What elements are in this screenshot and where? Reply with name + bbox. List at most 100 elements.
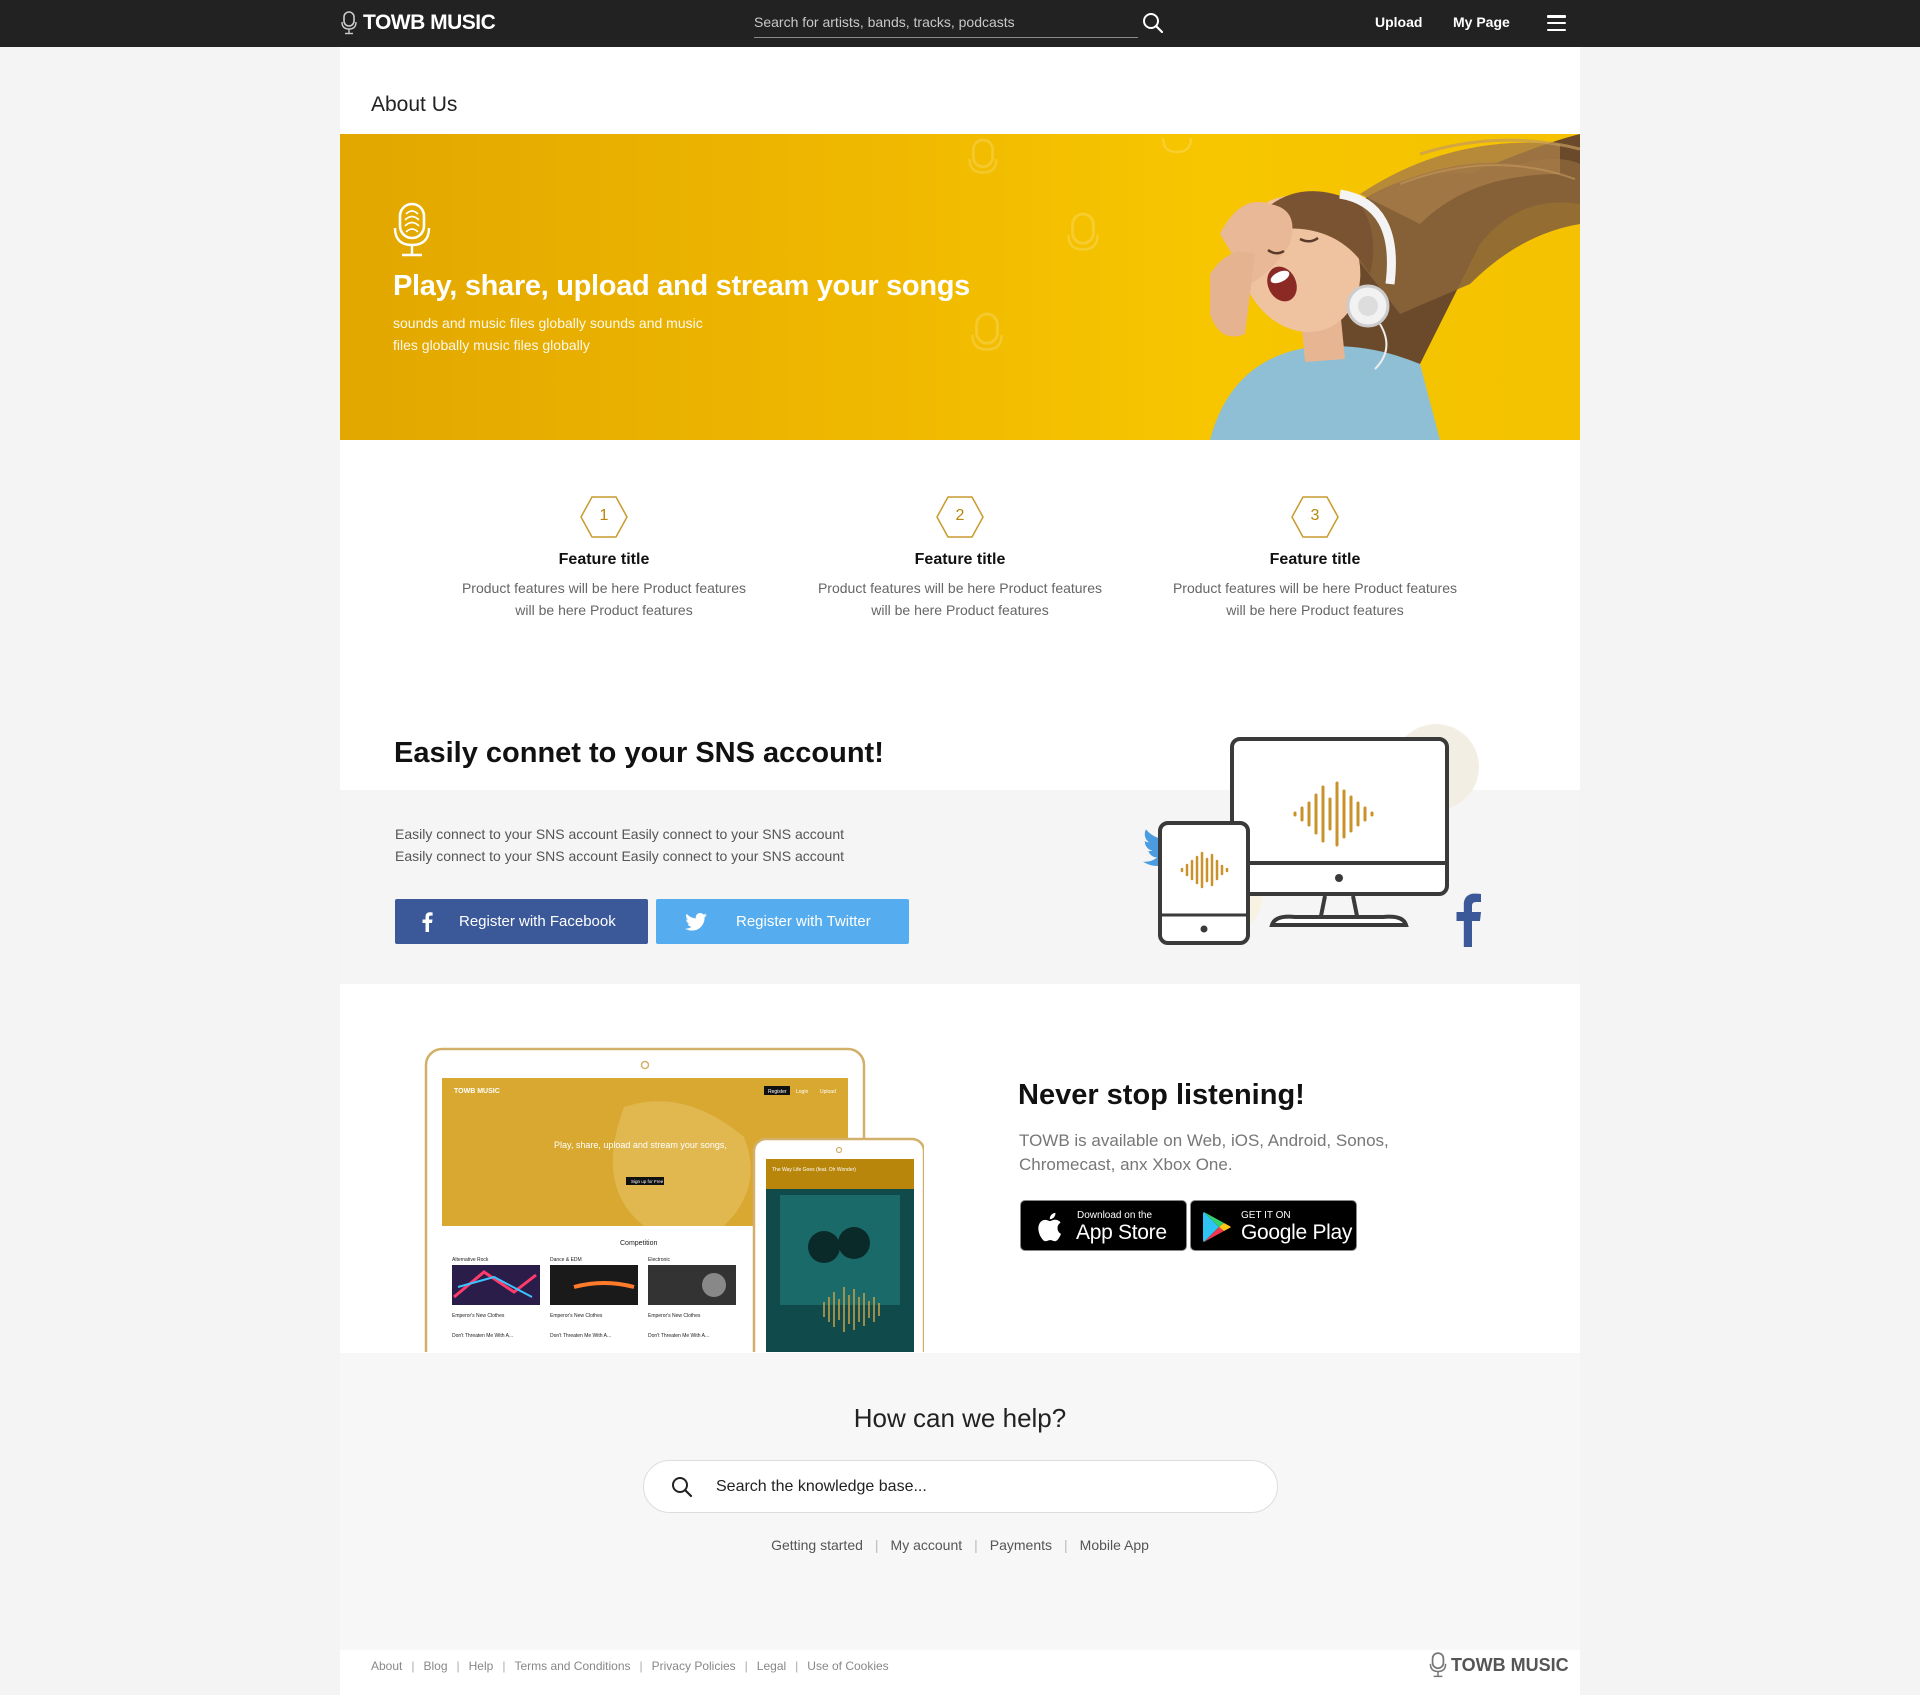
hexagon-badge: 3 bbox=[1290, 495, 1340, 539]
register-facebook-label: Register with Facebook bbox=[459, 913, 616, 930]
footer-link-about[interactable]: About bbox=[371, 1659, 402, 1673]
app-store-button[interactable]: Download on the App Store bbox=[1020, 1200, 1187, 1251]
devices-illustration bbox=[1143, 724, 1481, 947]
svg-text:Play, share, upload and stream: Play, share, upload and stream your song… bbox=[554, 1140, 727, 1150]
divider: | bbox=[795, 1659, 799, 1673]
sns-description: Easily connect to your SNS account Easil… bbox=[395, 826, 845, 864]
divider: | bbox=[411, 1659, 415, 1673]
feature-title: Feature title bbox=[558, 551, 650, 568]
top-search-bar bbox=[754, 10, 1138, 38]
footer-link-help[interactable]: Help bbox=[469, 1659, 494, 1673]
hero-title: Play, share, upload and stream your song… bbox=[393, 270, 971, 302]
svg-text:Login: Login bbox=[796, 1089, 808, 1095]
divider: | bbox=[502, 1659, 506, 1673]
help-link-my-account[interactable]: My account bbox=[891, 1537, 963, 1553]
hamburger-menu-icon[interactable] bbox=[1547, 15, 1566, 31]
watermark-mic-icon bbox=[971, 312, 1003, 351]
apple-icon bbox=[1038, 1212, 1061, 1242]
svg-text:Emperor's New Clothes: Emperor's New Clothes bbox=[452, 1313, 505, 1319]
help-section: How can we help? Getting started | My ac… bbox=[340, 1353, 1580, 1650]
hero-image bbox=[1210, 134, 1580, 440]
footer: About | Blog | Help | Terms and Conditions |… bbox=[340, 1650, 1580, 1695]
svg-text:The Way Life Goes (feat. Oh Wo: The Way Life Goes (feat. Oh Wonder) bbox=[772, 1167, 856, 1173]
watermark-mic-icon bbox=[968, 138, 998, 174]
register-twitter-label: Register with Twitter bbox=[736, 913, 871, 930]
logo[interactable]: TOWB MUSIC bbox=[341, 11, 496, 35]
footer-link-terms[interactable]: Terms and Conditions bbox=[514, 1659, 630, 1673]
app-store-small-text: Download on the bbox=[1077, 1210, 1153, 1221]
app-section-title: Never stop listening! bbox=[1018, 1079, 1305, 1111]
microphone-icon bbox=[1429, 1652, 1447, 1678]
register-facebook-button[interactable]: Register with Facebook bbox=[395, 899, 648, 944]
top-search-input[interactable] bbox=[754, 10, 1094, 34]
app-section-description: TOWB is available on Web, iOS, Android, … bbox=[1019, 1131, 1389, 1174]
footer-link-legal[interactable]: Legal bbox=[757, 1659, 786, 1673]
svg-text:Competition: Competition bbox=[620, 1240, 657, 1247]
svg-text:Emperor's New Clothes: Emperor's New Clothes bbox=[550, 1313, 603, 1319]
facebook-icon bbox=[422, 911, 433, 932]
feature-description: Product features will be here Product fe… bbox=[461, 580, 747, 618]
footer-logo-text: TOWB MUSIC bbox=[1451, 1654, 1569, 1675]
knowledge-base-search bbox=[643, 1460, 1278, 1513]
help-link-payments[interactable]: Payments bbox=[990, 1537, 1052, 1553]
my-page-link[interactable]: My Page bbox=[1453, 14, 1510, 30]
footer-link-cookies[interactable]: Use of Cookies bbox=[807, 1659, 888, 1673]
microphone-icon bbox=[341, 11, 357, 35]
tablet-app-illustration: TOWB MUSIC Register Login Upload Play, s… bbox=[424, 1047, 924, 1352]
svg-text:Upload: Upload bbox=[820, 1089, 836, 1095]
feature-title: Feature title bbox=[914, 551, 1006, 568]
help-title: How can we help? bbox=[853, 1403, 1067, 1433]
feature-card: 1 Feature title Product features will be… bbox=[454, 495, 754, 621]
feature-card: 3 Feature title Product features will be… bbox=[1165, 495, 1465, 621]
svg-text:Don't Threaten Me With A...: Don't Threaten Me With A... bbox=[452, 1333, 513, 1339]
svg-text:Don't Threaten Me With A...: Don't Threaten Me With A... bbox=[550, 1333, 611, 1339]
feature-description: Product features will be here Product fe… bbox=[1172, 580, 1458, 618]
microphone-icon bbox=[393, 202, 431, 257]
divider: | bbox=[974, 1537, 978, 1553]
divider: | bbox=[456, 1659, 460, 1673]
hero-banner: Play, share, upload and stream your song… bbox=[340, 134, 1580, 440]
register-twitter-button[interactable]: Register with Twitter bbox=[656, 899, 909, 944]
svg-text:Register: Register bbox=[768, 1089, 787, 1095]
footer-link-privacy[interactable]: Privacy Policies bbox=[652, 1659, 736, 1673]
top-navbar: TOWB MUSIC Upload My Page bbox=[0, 0, 1920, 47]
divider: | bbox=[1064, 1537, 1068, 1553]
search-icon[interactable] bbox=[671, 1476, 693, 1498]
hexagon-badge: 1 bbox=[579, 495, 629, 539]
upload-link[interactable]: Upload bbox=[1375, 14, 1422, 30]
help-link-mobile-app[interactable]: Mobile App bbox=[1080, 1537, 1149, 1553]
help-link-getting-started[interactable]: Getting started bbox=[771, 1537, 863, 1553]
svg-text:Alternative Rock: Alternative Rock bbox=[452, 1257, 489, 1263]
hero-subtitle: sounds and music files globally sounds a… bbox=[393, 315, 703, 353]
hexagon-badge: 2 bbox=[935, 495, 985, 539]
feature-number: 3 bbox=[1310, 507, 1320, 524]
google-play-button[interactable]: GET IT ON Google Play bbox=[1190, 1200, 1357, 1251]
svg-text:Sign up for Free: Sign up for Free bbox=[631, 1179, 664, 1184]
feature-description: Product features will be here Product fe… bbox=[817, 580, 1103, 618]
knowledge-base-search-input[interactable] bbox=[716, 1474, 1246, 1500]
svg-text:Don't Threaten Me With A...: Don't Threaten Me With A... bbox=[648, 1333, 709, 1339]
twitter-icon bbox=[685, 912, 707, 931]
search-icon[interactable] bbox=[1142, 12, 1164, 34]
feature-number: 2 bbox=[955, 507, 965, 524]
footer-link-blog[interactable]: Blog bbox=[423, 1659, 447, 1673]
sns-title: Easily connet to your SNS account! bbox=[394, 737, 884, 769]
divider: | bbox=[874, 1537, 879, 1553]
feature-title: Feature title bbox=[1269, 551, 1361, 568]
divider: | bbox=[639, 1659, 643, 1673]
svg-text:Emperor's New Clothes: Emperor's New Clothes bbox=[648, 1313, 701, 1319]
google-play-big-text: Google Play bbox=[1241, 1221, 1353, 1244]
page-title: About Us bbox=[371, 93, 458, 116]
main-panel: About Us Play, share, upload and stream … bbox=[340, 47, 1580, 1695]
footer-logo[interactable]: TOWB MUSIC bbox=[1429, 1652, 1569, 1678]
help-links: Getting started | My account | Payments … bbox=[340, 1537, 1580, 1553]
svg-text:Electronic: Electronic bbox=[648, 1257, 670, 1263]
google-play-small-text: GET IT ON bbox=[1241, 1210, 1291, 1221]
svg-text:Dance & EDM: Dance & EDM bbox=[550, 1257, 582, 1263]
divider: | bbox=[744, 1659, 748, 1673]
svg-text:TOWB MUSIC: TOWB MUSIC bbox=[454, 1088, 500, 1095]
google-play-icon bbox=[1203, 1212, 1231, 1242]
app-store-big-text: App Store bbox=[1076, 1221, 1167, 1244]
logo-text: TOWB MUSIC bbox=[363, 11, 496, 34]
feature-card: 2 Feature title Product features will be… bbox=[810, 495, 1110, 621]
